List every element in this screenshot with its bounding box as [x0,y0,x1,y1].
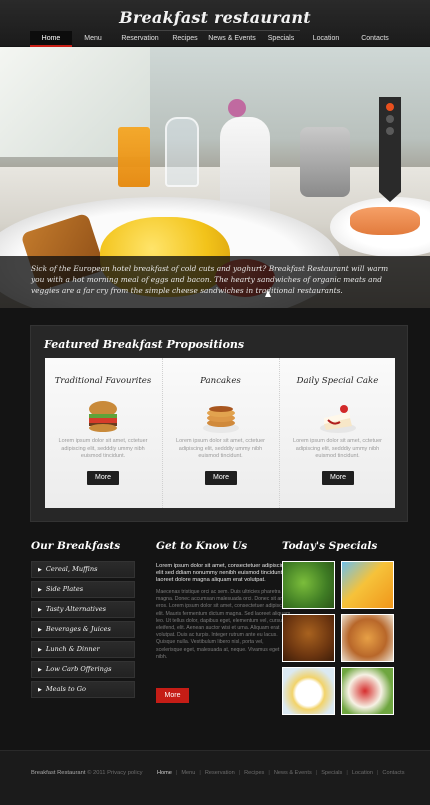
nav-recipes[interactable]: Recipes [166,31,204,47]
featured-item-title: Pancakes [200,376,241,386]
know-more-button[interactable]: More [156,688,189,703]
featured-box: Traditional Favourites Lorem ipsum dolor… [45,358,395,508]
featured-item-text: Lorem ipsum dolor sit amet, cctetuer adi… [176,438,265,459]
footer-link-news-events[interactable]: News & Events [274,770,312,776]
arrow-right-icon: ▶ [38,587,42,593]
arrow-right-icon: ▶ [38,627,42,633]
slider-pagination [379,97,401,192]
orange-juice-image [118,127,150,187]
site-header: Breakfast restaurant Home Menu Reservati… [0,0,430,47]
hero-caption: Sick of the European hotel breakfast of … [0,256,430,308]
mouse-cursor-icon [265,290,271,297]
breakfast-link[interactable]: ▶ Lunch & Dinner [31,641,135,658]
salad-icon[interactable] [282,561,335,609]
nav-specials[interactable]: Specials [260,31,302,47]
breakfast-link[interactable]: ▶ Tasty Alternatives [31,601,135,618]
slider-pagination-tail [379,192,401,202]
breakfasts-menu: ▶ Cereal, Muffins ▶ Side Plates ▶ Tasty Alt… [31,561,135,701]
know-section: Lorem ipsum dolor sit amet, consectetuer… [156,563,291,661]
footer-link-contacts[interactable]: Contacts [382,770,404,776]
know-title: Get to Know Us [156,540,248,552]
footer-link-reservation[interactable]: Reservation [205,770,235,776]
water-glass-image [165,117,199,187]
nav-news-events[interactable]: News & Events [204,31,260,47]
featured-more-button[interactable]: More [322,471,354,485]
featured-section: Featured Breakfast Propositions Traditio… [30,325,408,522]
main-nav: Home Menu Reservation Recipes News & Eve… [30,31,400,47]
nav-location[interactable]: Location [302,31,350,47]
arrow-right-icon: ▶ [38,647,42,653]
cake-icon [320,405,356,433]
site-footer: Breakfast Restaurant © 2011 Privacy poli… [0,750,430,805]
nav-contacts[interactable]: Contacts [350,31,400,47]
croissant-icon[interactable] [341,614,394,662]
flower-image [228,99,246,117]
fruit-icon[interactable] [341,667,394,715]
featured-item-title: Daily Special Cake [296,376,379,386]
featured-more-button[interactable]: More [87,471,119,485]
footer-link-home[interactable]: Home [157,770,172,776]
footer-copyright: Breakfast Restaurant © 2011 Privacy poli… [31,770,143,776]
plate-icon[interactable] [282,667,335,715]
breakfasts-title: Our Breakfasts [31,540,121,552]
know-lead-text: Lorem ipsum dolor sit amet, consectetuer… [156,563,289,583]
slider-dot-3[interactable] [386,127,394,135]
site-brand[interactable]: Breakfast restaurant [0,8,430,27]
slider-dot-1[interactable] [386,103,394,111]
arrow-right-icon: ▶ [38,607,42,613]
nav-menu[interactable]: Menu [72,31,114,47]
featured-item-text: Lorem ipsum dolor sit amet, cctetuer adi… [58,438,148,459]
arrow-right-icon: ▶ [38,567,42,573]
muffins-icon[interactable] [282,614,335,662]
footer-link-recipes[interactable]: Recipes [244,770,264,776]
pitcher-image [300,127,350,197]
featured-item: Traditional Favourites Lorem ipsum dolor… [45,358,161,508]
privacy-link[interactable]: Privacy policy [107,770,142,776]
pancakes-icon [203,406,239,433]
breakfast-link[interactable]: ▶ Cereal, Muffins [31,561,135,578]
featured-item-title: Traditional Favourites [54,376,152,386]
melon-image [350,207,420,235]
featured-title: Featured Breakfast Propositions [44,338,245,351]
breakfast-link[interactable]: ▶ Low Carb Offerings [31,661,135,678]
juice-icon[interactable] [341,561,394,609]
know-body-text: Maecenas tristique orci ac sem. Duis ult… [156,589,291,660]
featured-item-text: Lorem ipsum dolor sit amet, cctetuer adi… [293,438,382,459]
nav-reservation[interactable]: Reservation [114,31,166,47]
footer-link-menu[interactable]: Menu [181,770,195,776]
nav-home[interactable]: Home [30,31,72,47]
slider-dot-2[interactable] [386,115,394,123]
arrow-right-icon: ▶ [38,687,42,693]
breakfast-link[interactable]: ▶ Meals to Go [31,681,135,698]
specials-title: Today's Specials [282,540,378,552]
breakfast-link[interactable]: ▶ Side Plates [31,581,135,598]
featured-item: Daily Special Cake Lorem ipsum dolor sit… [279,358,395,508]
arrow-right-icon: ▶ [38,667,42,673]
breakfast-link[interactable]: ▶ Beverages & Juices [31,621,135,638]
featured-more-button[interactable]: More [205,471,237,485]
featured-item: Pancakes Lorem ipsum dolor sit amet, cct… [162,358,278,508]
footer-link-specials[interactable]: Specials [321,770,342,776]
footer-link-location[interactable]: Location [352,770,373,776]
burger-icon [89,401,117,432]
footer-nav: Home | Menu | Reservation | Recipes | News &… [157,770,405,776]
